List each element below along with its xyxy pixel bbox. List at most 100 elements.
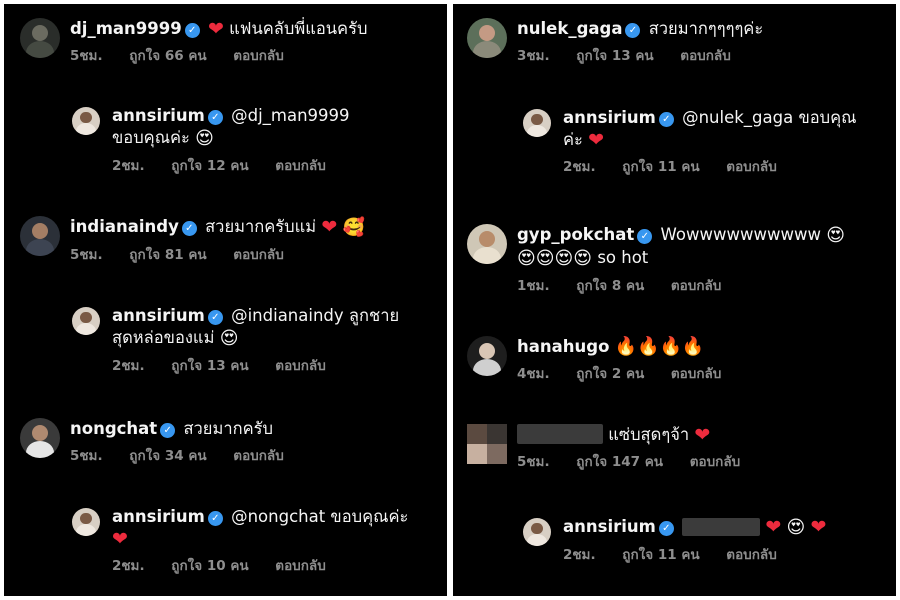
- username[interactable]: nongchat: [70, 419, 157, 438]
- reply-button[interactable]: ตอบกลับ: [233, 48, 283, 64]
- red-heart-icon: ❤: [321, 216, 338, 238]
- verified-badge-icon: ✓: [160, 423, 176, 438]
- like-count[interactable]: ถูกใจ 8 คน: [576, 278, 644, 294]
- like-count[interactable]: ถูกใจ 11 คน: [622, 159, 699, 175]
- like-count[interactable]: ถูกใจ 81 คน: [129, 247, 206, 263]
- avatar[interactable]: [72, 307, 100, 335]
- username[interactable]: indianaindy: [70, 217, 179, 236]
- comment-time: 5ชม.: [70, 48, 103, 64]
- comment-time: 5ชม.: [70, 247, 103, 263]
- comment-time: 2ชม.: [563, 159, 596, 175]
- verified-badge-icon: ✓: [207, 511, 223, 526]
- username[interactable]: nulek_gaga: [517, 19, 622, 38]
- verified-badge-icon: ✓: [181, 221, 197, 236]
- red-heart-icon: ❤: [810, 516, 827, 538]
- comment-text: สวยมากครับแม่: [205, 217, 317, 236]
- reply-button[interactable]: ตอบกลับ: [726, 547, 776, 563]
- username[interactable]: hanahugo: [517, 337, 609, 356]
- smiling-face-with-hearts-emoji: 🥰: [342, 217, 365, 238]
- reply-button[interactable]: ตอบกลับ: [275, 358, 325, 374]
- comments-panel-right: nulek_gaga ✓ สวยมากๆๆๆๆค่ะ 3ชม. ถูกใจ 13 …: [453, 4, 896, 596]
- fire-emoji: 🔥: [637, 336, 660, 357]
- avatar[interactable]: [467, 224, 507, 264]
- reply-button[interactable]: ตอบกลับ: [275, 158, 325, 174]
- comment-time: 2ชม.: [112, 158, 145, 174]
- reply-button[interactable]: ตอบกลับ: [671, 278, 721, 294]
- reply-button[interactable]: ตอบกลับ: [275, 558, 325, 574]
- reply-button[interactable]: ตอบกลับ: [233, 448, 283, 464]
- like-count[interactable]: ถูกใจ 2 คน: [576, 366, 644, 382]
- comments-panel-left: dj_man9999 ✓ ❤ แฟนคลับพี่แอนครับ 5ชม. ถูก…: [4, 4, 447, 596]
- comment-text: แซ่บสุดๆจ้า: [608, 425, 690, 444]
- heart-eyes-emoji: 😍: [554, 248, 574, 269]
- like-count[interactable]: ถูกใจ 66 คน: [129, 48, 206, 64]
- avatar[interactable]: [20, 216, 60, 256]
- username[interactable]: annsirium: [563, 517, 656, 536]
- heart-eyes-emoji: 😍: [786, 517, 806, 538]
- blurred-mention: [682, 518, 761, 536]
- reply-button[interactable]: ตอบกลับ: [680, 48, 730, 64]
- comment-time: 4ชม.: [517, 366, 550, 382]
- like-count[interactable]: ถูกใจ 13 คน: [171, 358, 248, 374]
- avatar[interactable]: [20, 18, 60, 58]
- heart-eyes-emoji: 😍: [517, 248, 536, 269]
- reply-button[interactable]: ตอบกลับ: [671, 366, 721, 382]
- comment-text: แฟนคลับพี่แอนครับ: [229, 19, 368, 38]
- fire-emoji: 🔥: [659, 336, 682, 357]
- username[interactable]: gyp_pokchat: [517, 225, 634, 244]
- comment-time: 2ชม.: [112, 558, 145, 574]
- comment-text: @nongchat ขอบคุณค่ะ: [231, 507, 409, 526]
- heart-eyes-emoji: 😍: [195, 128, 214, 149]
- like-count[interactable]: ถูกใจ 34 คน: [129, 448, 206, 464]
- comment-time: 5ชม.: [70, 448, 103, 464]
- red-heart-icon: ❤: [694, 424, 711, 446]
- avatar[interactable]: [467, 336, 507, 376]
- avatar[interactable]: [523, 518, 551, 546]
- blurred-username[interactable]: [517, 424, 603, 444]
- username[interactable]: dj_man9999: [70, 19, 182, 38]
- comment-time: 2ชม.: [112, 358, 145, 374]
- red-heart-icon: ❤: [207, 18, 224, 40]
- heart-eyes-emoji: 😍: [826, 225, 845, 246]
- comment-text: สวยมากครับ: [183, 419, 273, 438]
- verified-badge-icon: ✓: [658, 112, 674, 127]
- fire-emoji: 🔥: [681, 336, 705, 357]
- comment-text: Wowwwwwwwwww: [660, 225, 821, 244]
- comment-time: 5ชม.: [517, 454, 550, 470]
- comment-time: 2ชม.: [563, 547, 596, 563]
- heart-eyes-emoji: 😍: [219, 328, 239, 349]
- verified-badge-icon: ✓: [207, 310, 223, 325]
- avatar[interactable]: [72, 508, 100, 536]
- like-count[interactable]: ถูกใจ 13 คน: [576, 48, 653, 64]
- username[interactable]: annsirium: [112, 306, 205, 325]
- avatar[interactable]: [523, 109, 551, 137]
- username[interactable]: annsirium: [563, 108, 656, 127]
- comment-time: 3ชม.: [517, 48, 550, 64]
- verified-badge-icon: ✓: [184, 23, 200, 38]
- reply-button[interactable]: ตอบกลับ: [726, 159, 776, 175]
- verified-badge-icon: ✓: [625, 23, 641, 38]
- comment-text: สวยมากๆๆๆๆค่ะ: [648, 19, 764, 38]
- heart-eyes-emoji: 😍: [573, 248, 593, 269]
- avatar[interactable]: [72, 107, 100, 135]
- reply-button[interactable]: ตอบกลับ: [233, 247, 283, 263]
- red-heart-icon: ❤: [765, 516, 782, 538]
- avatar[interactable]: [467, 18, 507, 58]
- verified-badge-icon: ✓: [658, 521, 674, 536]
- blurred-avatar[interactable]: [467, 424, 507, 464]
- like-count[interactable]: ถูกใจ 12 คน: [171, 158, 248, 174]
- like-count[interactable]: ถูกใจ 11 คน: [622, 547, 699, 563]
- verified-badge-icon: ✓: [637, 229, 653, 244]
- fire-emoji: 🔥: [614, 336, 638, 357]
- avatar[interactable]: [20, 418, 60, 458]
- comment-text: so hot: [597, 248, 649, 267]
- comment-time: 1ชม.: [517, 278, 550, 294]
- username[interactable]: annsirium: [112, 106, 205, 125]
- heart-eyes-emoji: 😍: [535, 248, 555, 269]
- reply-button[interactable]: ตอบกลับ: [690, 454, 740, 470]
- red-heart-icon: ❤: [112, 528, 128, 550]
- username[interactable]: annsirium: [112, 507, 205, 526]
- like-count[interactable]: ถูกใจ 147 คน: [576, 454, 663, 470]
- verified-badge-icon: ✓: [207, 110, 223, 125]
- like-count[interactable]: ถูกใจ 10 คน: [171, 558, 248, 574]
